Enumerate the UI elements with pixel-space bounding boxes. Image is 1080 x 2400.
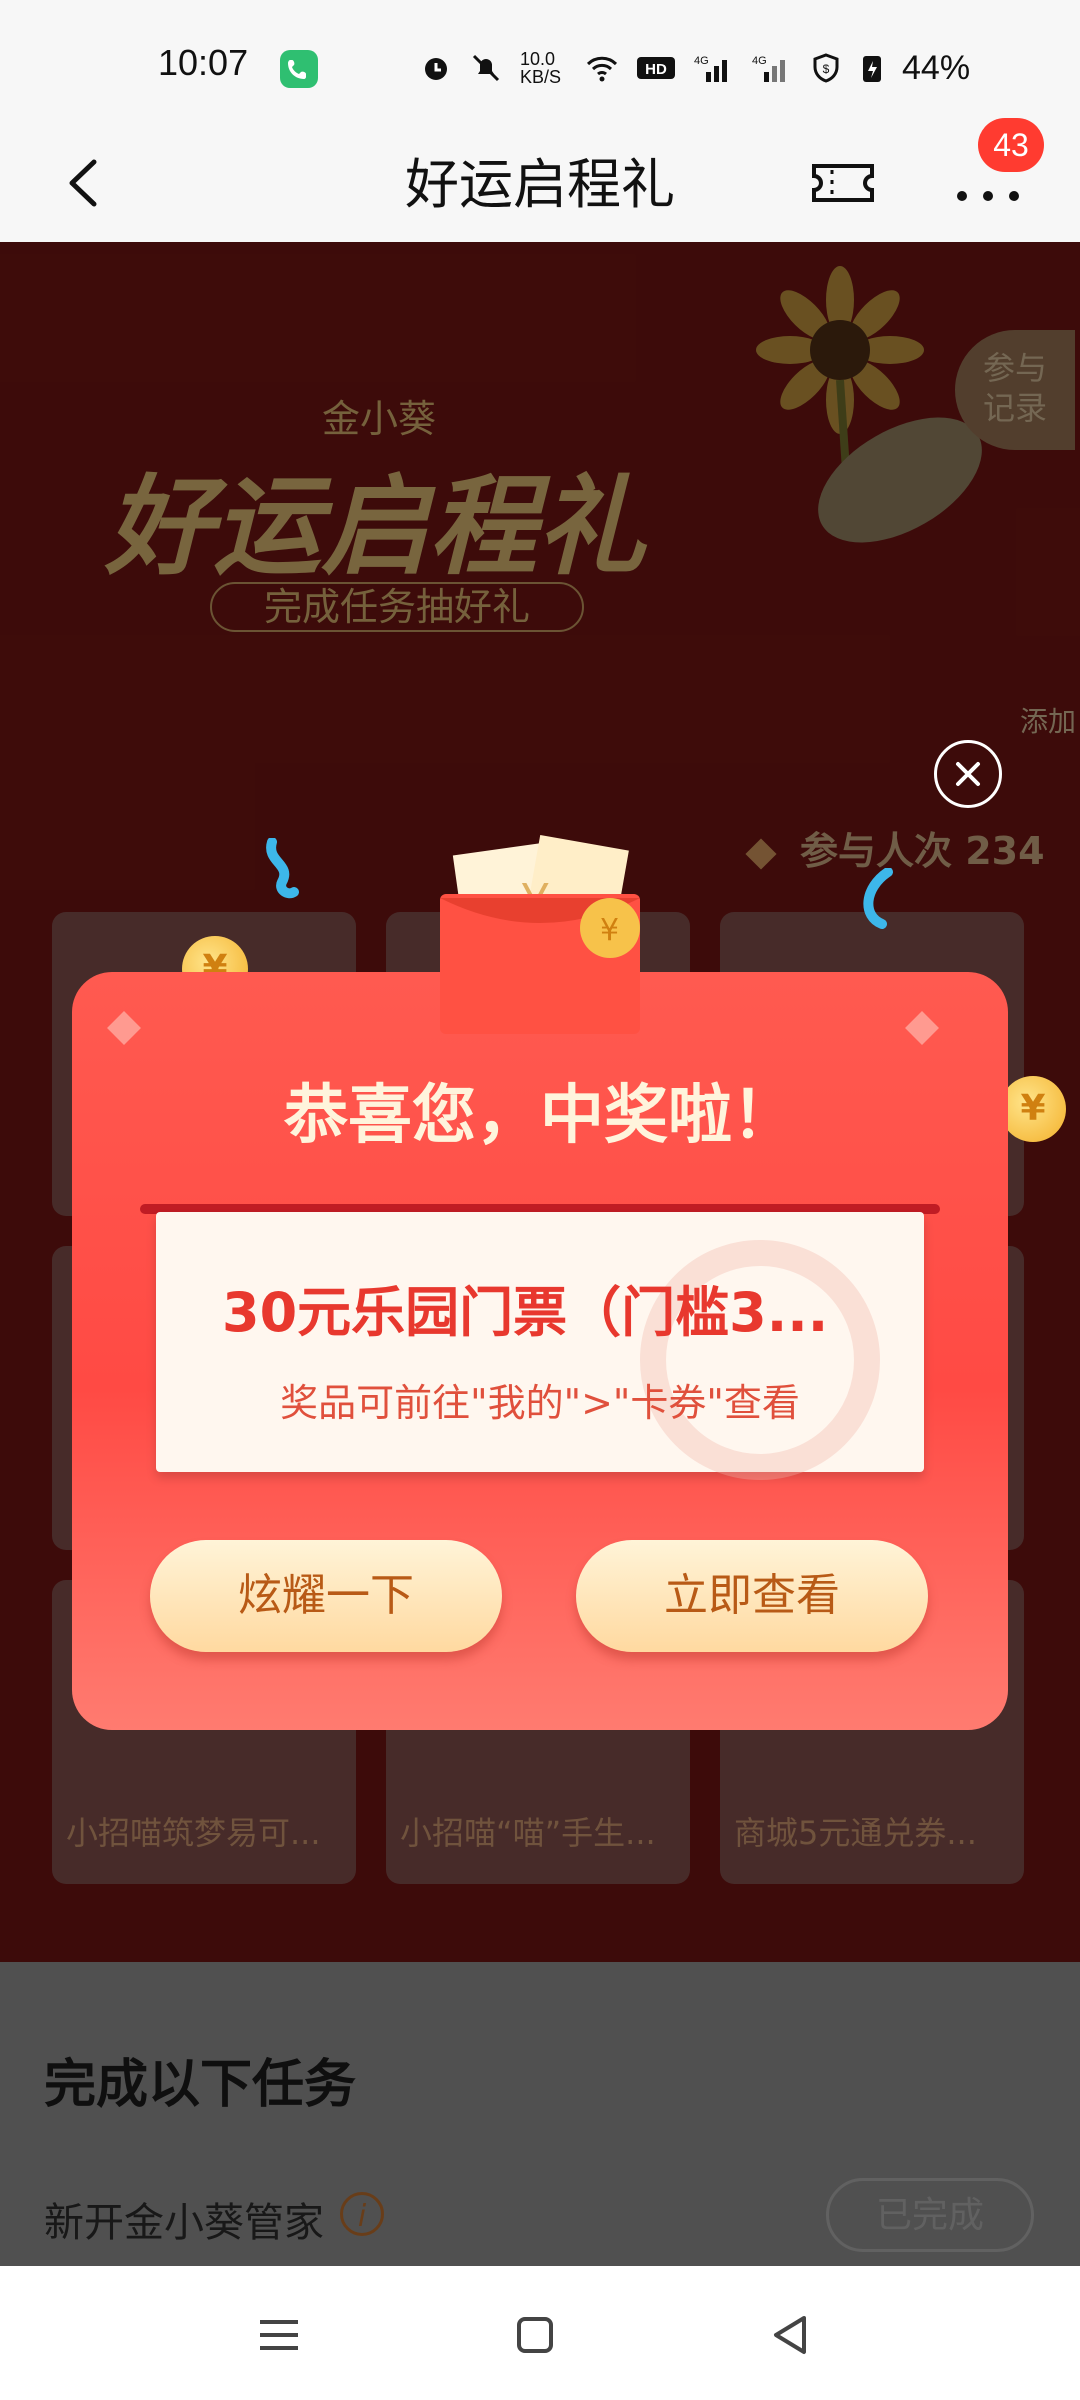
prize-hint: 奖品可前往"我的">"卡券"查看 (280, 1381, 800, 1425)
battery-icon (863, 56, 881, 82)
prize-name: 30元乐园门票（门槛3... (222, 1281, 829, 1344)
home-nav-button[interactable] (500, 2300, 570, 2370)
modal-title: 恭喜您，中奖啦！ (284, 1079, 796, 1153)
ribbon-decoration (266, 838, 299, 899)
notification-badge: 43 (978, 118, 1044, 172)
home-square-icon (517, 2317, 553, 2353)
share-button[interactable]: 炫耀一下 (150, 1540, 502, 1652)
back-button[interactable] (52, 148, 122, 218)
close-button[interactable] (934, 740, 1002, 808)
svg-text:$: $ (823, 62, 830, 76)
ribbon-decoration (863, 868, 893, 929)
signal-4g-icon: 4G (752, 55, 785, 82)
coupon-button[interactable] (808, 148, 878, 218)
network-speed: 10.0 KB/S (520, 49, 562, 87)
svg-text:4G: 4G (694, 55, 709, 67)
signal-4g-icon: 4G (694, 55, 727, 82)
wifi-icon (586, 56, 618, 82)
back-nav-button[interactable] (756, 2300, 826, 2370)
ticket-icon (812, 164, 874, 202)
battery-percent: 44% (902, 48, 971, 87)
back-arrow-icon (69, 159, 97, 207)
mute-icon (472, 54, 500, 82)
hd-icon: HD (637, 57, 675, 79)
status-time: 10:07 (158, 42, 249, 83)
page-title: 好运启程礼 (405, 153, 675, 216)
view-now-button[interactable]: 立即查看 (576, 1540, 928, 1652)
coin-icon: ¥ (1000, 1076, 1066, 1142)
menu-nav-button[interactable] (244, 2300, 314, 2370)
close-icon (956, 762, 980, 786)
back-triangle-icon (774, 2316, 806, 2354)
alarm-icon (425, 58, 447, 80)
svg-text:4G: 4G (752, 55, 767, 67)
status-icons: 10.0 KB/S HD 4G 4G $ 44% (420, 48, 970, 88)
call-icon (280, 50, 318, 88)
menu-icon (260, 2320, 298, 2350)
svg-text:HD: HD (645, 61, 667, 78)
shield-icon: $ (813, 53, 839, 83)
svg-text:¥: ¥ (600, 913, 619, 948)
red-envelope-illustration: ¥ ¥ (440, 818, 640, 1038)
